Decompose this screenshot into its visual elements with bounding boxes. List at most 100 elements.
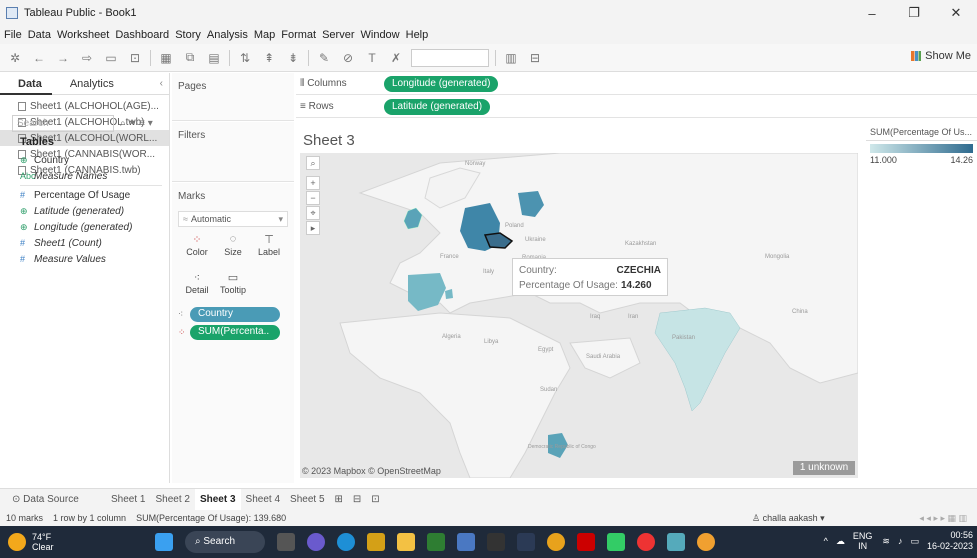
fix-axes-icon[interactable]: ✗ xyxy=(387,49,405,67)
tab-sheet-2[interactable]: Sheet 2 xyxy=(150,489,194,511)
menu-window[interactable]: Window xyxy=(361,29,400,41)
new-worksheet-tab-icon[interactable]: ⊞ xyxy=(330,489,348,511)
chrome-profile-icon[interactable] xyxy=(697,533,715,551)
collapse-pane-icon[interactable]: ‹ xyxy=(160,78,163,94)
sheet-navigation-icon[interactable]: ◂ ◂ ▸ ▸ ▦ ▥ xyxy=(919,513,967,524)
pin-map-icon[interactable]: ⌖ xyxy=(306,206,320,220)
presentation-mode-icon[interactable]: ⊟ xyxy=(526,49,544,67)
sheet-title[interactable]: Sheet 3 xyxy=(303,132,355,149)
map-search-icon[interactable]: ⌕ xyxy=(306,156,320,170)
menu-format[interactable]: Format xyxy=(281,29,316,41)
data-source-tab[interactable]: ⊙ Data Source xyxy=(0,494,106,505)
swap-rows-columns-icon[interactable]: ⇅ xyxy=(236,49,254,67)
new-story-tab-icon[interactable]: ⊡ xyxy=(366,489,384,511)
tab-sheet-1[interactable]: Sheet 1 xyxy=(106,489,150,511)
duplicate-sheet-icon[interactable]: ⧉ xyxy=(181,49,199,67)
new-data-source-icon[interactable]: ⊡ xyxy=(126,49,144,67)
tableau-logo-icon[interactable]: ✲ xyxy=(6,49,24,67)
map-attribution[interactable]: © 2023 Mapbox © OpenStreetMap xyxy=(302,466,441,476)
detail-mark-button[interactable]: ⁖ Detail xyxy=(182,269,212,301)
color-mark-button[interactable]: ⁘ Color xyxy=(182,231,212,263)
field-item[interactable]: ⊕ Longitude (generated) xyxy=(0,219,170,235)
field-item[interactable]: Abc Measure Names xyxy=(0,168,170,184)
close-button[interactable]: ✕ xyxy=(935,0,977,26)
labels-icon[interactable]: T xyxy=(363,49,381,67)
wifi-icon[interactable]: ≋ xyxy=(882,536,890,547)
excel-icon[interactable] xyxy=(427,533,445,551)
edge-browser-icon[interactable] xyxy=(337,533,355,551)
minimize-button[interactable]: – xyxy=(851,0,893,26)
maximize-button[interactable]: ❐ xyxy=(893,0,935,26)
task-view-icon[interactable] xyxy=(277,533,295,551)
redo-icon[interactable]: ⇨ xyxy=(78,49,96,67)
forward-arrow-icon[interactable]: → xyxy=(54,49,72,67)
mark-type-dropdown[interactable]: ≈ Automatic ▾ xyxy=(178,211,288,227)
tableau-taskbar-icon[interactable] xyxy=(667,533,685,551)
tooltip-mark-button[interactable]: ▭ Tooltip xyxy=(218,269,248,301)
marks-field-country[interactable]: ⁖ Country xyxy=(178,307,280,322)
back-arrow-icon[interactable]: ← xyxy=(30,49,48,67)
unknown-indicator[interactable]: 1 unknown xyxy=(793,461,855,475)
clock[interactable]: 00:56 16-02-2023 xyxy=(927,530,973,552)
search-filter-sort-icons[interactable]: ⌕ ⏷ ≡ ▾ xyxy=(120,118,153,129)
tab-sheet-4[interactable]: Sheet 4 xyxy=(241,489,285,511)
show-me-button[interactable]: Show Me xyxy=(911,50,971,62)
field-search-input[interactable]: Search xyxy=(12,114,114,132)
map-view[interactable]: Norway Poland Ukraine Kazakhstan Mongoli… xyxy=(300,153,858,478)
network-app-icon[interactable]: ☁ xyxy=(836,536,845,547)
store-icon[interactable] xyxy=(367,533,385,551)
clear-sheet-icon[interactable]: ▤ xyxy=(205,49,223,67)
app-icon[interactable] xyxy=(637,533,655,551)
tab-data[interactable]: Data xyxy=(0,73,52,95)
size-mark-button[interactable]: ◌ Size xyxy=(218,231,248,263)
tab-analytics[interactable]: Analytics xyxy=(52,73,124,95)
volume-icon[interactable]: ♪ xyxy=(898,536,903,546)
menu-map[interactable]: Map xyxy=(254,29,275,41)
field-item[interactable]: ⊕ Country xyxy=(0,152,170,168)
tray-overflow-icon[interactable]: ^ xyxy=(824,536,828,546)
field-item[interactable]: ⊕ Latitude (generated) xyxy=(0,203,170,219)
label-mark-button[interactable]: ⊤ Label xyxy=(254,231,284,263)
sort-ascending-icon[interactable]: ⇞ xyxy=(260,49,278,67)
expand-toolbar-icon[interactable]: ▸ xyxy=(306,221,320,235)
menu-help[interactable]: Help xyxy=(406,29,429,41)
netflix-icon[interactable] xyxy=(577,533,595,551)
fit-dropdown[interactable] xyxy=(411,48,489,67)
windows-start-icon[interactable] xyxy=(155,533,173,551)
new-dashboard-tab-icon[interactable]: ⊟ xyxy=(348,489,366,511)
menu-worksheet[interactable]: Worksheet xyxy=(57,29,109,41)
menu-server[interactable]: Server xyxy=(322,29,354,41)
taskbar-search[interactable]: ⌕ Search xyxy=(185,531,265,553)
new-worksheet-icon[interactable]: ▦ xyxy=(157,49,175,67)
group-icon[interactable]: ⊘ xyxy=(339,49,357,67)
teams-chat-icon[interactable] xyxy=(307,533,325,551)
app-icon[interactable] xyxy=(607,533,625,551)
latitude-pill[interactable]: Latitude (generated) xyxy=(384,98,491,115)
notepad-icon[interactable] xyxy=(457,533,475,551)
menu-analysis[interactable]: Analysis xyxy=(207,29,248,41)
field-item[interactable]: # Sheet1 (Count) xyxy=(0,235,170,251)
color-legend[interactable]: SUM(Percentage Of Us... 11.000 14.26 xyxy=(866,124,977,184)
user-menu[interactable]: ♙ challa aakash ▾ xyxy=(752,513,825,524)
file-explorer-icon[interactable] xyxy=(397,533,415,551)
zoom-in-icon[interactable]: + xyxy=(306,176,320,190)
menu-data[interactable]: Data xyxy=(28,29,51,41)
filters-card[interactable]: Filters xyxy=(172,122,294,182)
columns-shelf[interactable]: ⦀ Columns Longitude (generated) xyxy=(296,73,977,95)
sort-descending-icon[interactable]: ⇟ xyxy=(284,49,302,67)
menu-file[interactable]: File xyxy=(4,29,22,41)
language-indicator[interactable]: ENG IN xyxy=(853,531,873,551)
marks-field-sum-percentage[interactable]: ⁘ SUM(Percenta.. xyxy=(178,325,280,340)
weather-widget[interactable]: 74°F Clear xyxy=(8,532,54,552)
menu-story[interactable]: Story xyxy=(175,29,201,41)
tab-sheet-5[interactable]: Sheet 5 xyxy=(285,489,329,511)
save-icon[interactable]: ▭ xyxy=(102,49,120,67)
field-item[interactable]: # Percentage Of Usage xyxy=(0,187,170,203)
tab-sheet-3[interactable]: Sheet 3 xyxy=(194,488,241,511)
data-source-item[interactable]: Sheet1 (ALCHOHOL(AGE)... xyxy=(0,98,169,114)
chrome-icon[interactable] xyxy=(547,533,565,551)
battery-icon[interactable]: ▭ xyxy=(910,536,919,547)
longitude-pill[interactable]: Longitude (generated) xyxy=(384,75,499,92)
pages-card[interactable]: Pages xyxy=(172,73,294,121)
app-icon[interactable] xyxy=(517,533,535,551)
